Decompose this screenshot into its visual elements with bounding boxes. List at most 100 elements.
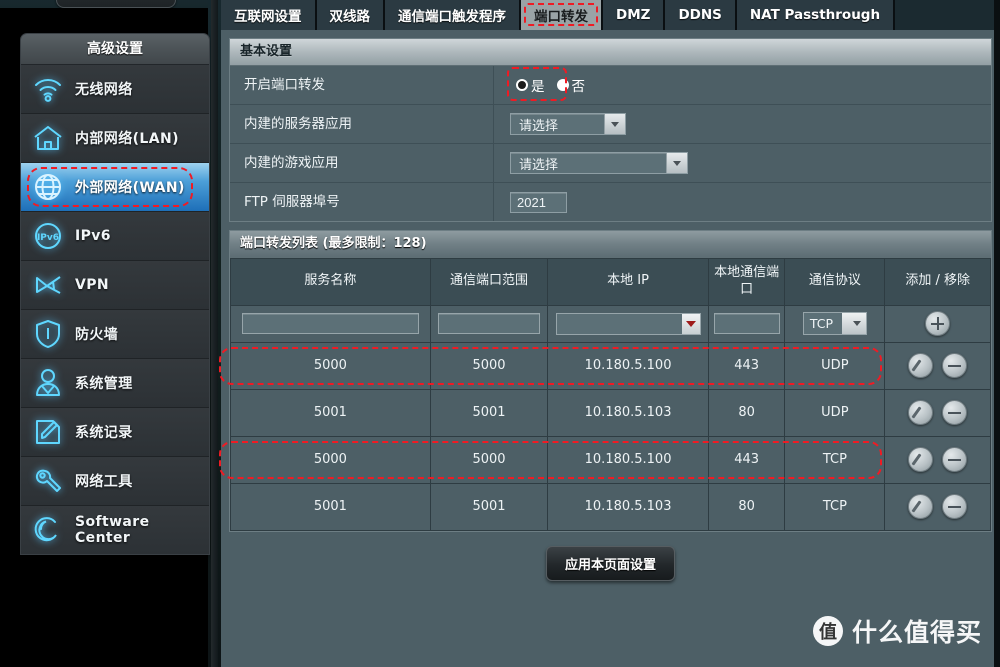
new-local-port-input[interactable] [713, 313, 780, 335]
cell-protocol: UDP [784, 388, 886, 437]
sidebar-header: 高级设置 [21, 34, 209, 65]
pencil-circle-icon[interactable] [908, 400, 934, 426]
new-port-range-cell [429, 304, 549, 343]
sidebar-item-network-tools[interactable]: 网络工具 [21, 457, 209, 506]
row-game-application: 内建的游戏应用 请选择 [230, 144, 991, 183]
sidebar-item-system-log[interactable]: 系统记录 [21, 408, 209, 457]
notepad-icon [21, 417, 75, 447]
server-application-select[interactable]: 请选择 [510, 113, 626, 135]
sidebar-item-label: 内部网络(LAN) [75, 131, 179, 147]
tab-port-trigger[interactable]: 通信端口触发程序 [385, 0, 521, 30]
top-partial-button[interactable] [56, 0, 176, 8]
cell-local-port: 443 [707, 435, 786, 484]
chevron-down-icon[interactable] [666, 153, 687, 173]
user-icon [21, 368, 75, 398]
enable-port-forwarding-control: 是 否 [494, 66, 991, 104]
game-application-select[interactable]: 请选择 [510, 152, 688, 174]
cell-local-port: 443 [707, 341, 786, 390]
minus-circle-icon[interactable] [942, 400, 968, 426]
new-protocol-select[interactable]: TCP [802, 312, 867, 336]
row-server-application: 内建的服务器应用 请选择 [230, 105, 991, 144]
col-service-name: 服务名称 [230, 258, 431, 306]
tab-dmz[interactable]: DMZ [603, 0, 666, 30]
game-application-label: 内建的游戏应用 [230, 144, 494, 182]
sidebar-item-label: 防火墙 [75, 327, 119, 343]
new-protocol-cell: TCP [784, 304, 886, 343]
tab-port-forwarding[interactable]: 端口转发 [521, 0, 603, 30]
tab-ddns[interactable]: DDNS [665, 0, 737, 30]
dropdown-arrow-icon[interactable] [681, 313, 700, 334]
ftp-port-label: FTP 伺服器埠号 [230, 183, 494, 221]
sidebar-item-label: IPv6 [75, 228, 111, 244]
sidebar: 高级设置 无线网络 内部网络(LAN) 外部网络(WAN) IPv6 IPv6 … [20, 33, 210, 555]
cell-local-port: 80 [707, 482, 786, 531]
tab-internet-setup[interactable]: 互联网设置 [221, 0, 317, 30]
sidebar-scrollbar-track[interactable] [211, 0, 429, 667]
tab-label: 双线路 [329, 9, 371, 25]
tab-label: DDNS [678, 7, 722, 23]
pencil-circle-icon[interactable] [908, 494, 934, 520]
home-icon [21, 124, 75, 152]
new-local-ip-combobox[interactable] [555, 312, 701, 335]
vpn-icon [21, 272, 75, 298]
sidebar-item-software-center[interactable]: Software Center [21, 506, 209, 554]
tab-nat-passthrough[interactable]: NAT Passthrough [736, 0, 896, 30]
cell-service-name: 5000 [230, 341, 431, 390]
chevron-down-icon[interactable] [604, 114, 625, 134]
col-add-remove: 添加 / 移除 [884, 258, 991, 306]
active-tab-annotation [524, 3, 598, 26]
ftp-port-input[interactable] [510, 191, 567, 213]
pencil-circle-icon[interactable] [908, 353, 934, 379]
ftp-port-control [494, 183, 991, 221]
cell-protocol: UDP [219, 341, 886, 390]
sidebar-item-label: 外部网络(WAN) [75, 180, 185, 196]
protocol-value: TCP [822, 452, 847, 468]
table-row[interactable]: 5001 5001 10.180.5.103 80 TCP [230, 482, 991, 531]
sidebar-item-ipv6[interactable]: IPv6 IPv6 [21, 212, 209, 261]
game-application-control: 请选择 [494, 144, 991, 182]
cell-local-ip: 10.180.5.100 [547, 341, 709, 390]
tab-dual-wan[interactable]: 双线路 [316, 0, 385, 30]
minus-circle-icon[interactable] [942, 447, 968, 473]
debian-swirl-icon [21, 515, 75, 545]
new-port-range-input[interactable] [437, 313, 541, 335]
cell-service-name: 5001 [230, 482, 431, 531]
table-new-entry-row: TCP [230, 304, 991, 343]
watermark-badge: 值 [812, 616, 843, 646]
minus-circle-icon[interactable] [942, 353, 968, 379]
sidebar-item-firewall[interactable]: 防火墙 [21, 310, 209, 359]
col-local-port: 本地通信端口 [707, 258, 786, 306]
watermark: 值 什么值得买 [812, 613, 982, 649]
pencil-circle-icon[interactable] [908, 447, 934, 473]
cell-actions [884, 435, 991, 484]
table-row[interactable]: 5001 5001 10.180.5.103 80 UDP [230, 388, 991, 437]
sidebar-item-wan[interactable]: 外部网络(WAN) [21, 163, 209, 212]
tab-label: 通信端口触发程序 [398, 9, 506, 25]
port-forwarding-table: 服务名称 通信端口范围 本地 IP 本地通信端口 通信协议 添加 / 移除 TC… [219, 258, 991, 531]
basic-settings-panel: 基本设置 开启端口转发 是 否 内建的服务器应用 请选择 内建的游戏应用 请选择… [229, 38, 992, 222]
sidebar-item-label: 系统记录 [75, 425, 133, 441]
sidebar-item-label: Software Center [75, 514, 150, 546]
new-protocol-value: TCP [809, 316, 834, 332]
col-local-ip: 本地 IP [547, 258, 709, 306]
sidebar-item-lan[interactable]: 内部网络(LAN) [21, 114, 209, 163]
sidebar-item-wireless[interactable]: 无线网络 [21, 65, 209, 114]
chevron-down-icon[interactable] [841, 313, 866, 335]
table-row[interactable]: 5000 5000 10.180.5.100 443 TCP [219, 435, 991, 484]
new-local-ip-cell [547, 304, 709, 343]
new-service-name-input[interactable] [241, 313, 419, 335]
minus-circle-icon[interactable] [942, 494, 968, 520]
sidebar-item-administration[interactable]: 系统管理 [21, 359, 209, 408]
sidebar-item-vpn[interactable]: VPN [21, 261, 209, 310]
server-application-value: 请选择 [519, 118, 559, 134]
row-ftp-port: FTP 伺服器埠号 [230, 183, 991, 221]
cell-protocol: TCP [784, 482, 886, 531]
svg-text:IPv6: IPv6 [37, 233, 59, 243]
table-row[interactable]: 5000 5000 10.180.5.100 443 UDP [219, 341, 991, 390]
sidebar-item-label: 系统管理 [75, 376, 133, 392]
new-service-name-cell [230, 304, 431, 343]
plus-circle-icon[interactable] [925, 311, 951, 337]
sidebar-item-label: 无线网络 [75, 82, 133, 98]
watermark-text: 什么值得买 [851, 618, 982, 647]
apply-button[interactable]: 应用本页面设置 [545, 545, 675, 581]
